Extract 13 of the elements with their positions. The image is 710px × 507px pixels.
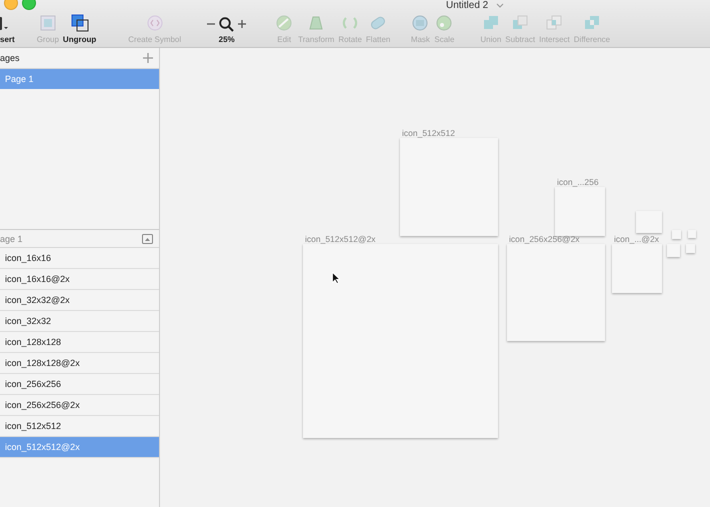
- page-name: age 1: [0, 234, 23, 244]
- pages-header: ages: [0, 53, 20, 63]
- layer-item[interactable]: icon_512x512@2x: [0, 437, 159, 458]
- insert-button[interactable]: sert: [0, 13, 15, 44]
- artboard-label[interactable]: icon_512x512@2x: [305, 234, 376, 244]
- artboard-label[interactable]: icon_...@2x: [614, 234, 660, 244]
- artboard-label[interactable]: icon_256x256@2x: [509, 234, 580, 244]
- ungroup-button[interactable]: Ungroup: [60, 13, 98, 44]
- artboard-label[interactable]: icon_512x512: [402, 128, 455, 138]
- zoom-level[interactable]: 25%: [218, 35, 235, 44]
- window-title: Untitled 2: [446, 0, 488, 11]
- page-item[interactable]: Page 1: [0, 69, 159, 89]
- artboard-label[interactable]: icon_...256: [557, 177, 599, 187]
